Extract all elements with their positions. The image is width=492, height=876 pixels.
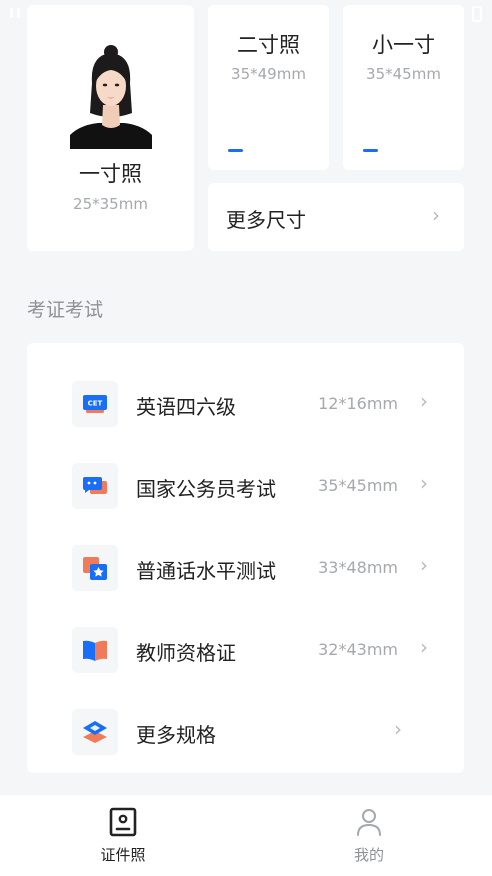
exam-item-civil-service[interactable]: 国家公务员考试 35*45mm ›	[27, 457, 464, 517]
id-card-icon	[109, 807, 137, 837]
two-inch-photo-card[interactable]: 二寸照 35*49mm	[208, 5, 329, 170]
one-inch-photo-card[interactable]: 一寸照 25*35mm	[27, 5, 194, 251]
exam-item-label: 国家公务员考试	[136, 477, 276, 501]
tab-mine[interactable]: 我的	[309, 795, 429, 876]
exam-section-title: 考证考试	[27, 299, 104, 321]
exam-item-dims: 33*48mm	[318, 558, 398, 577]
exam-item-dims: 12*16mm	[318, 394, 398, 413]
chat-icon	[72, 463, 118, 509]
chevron-right-icon: ›	[420, 471, 428, 495]
exam-item-teacher-cert[interactable]: 教师资格证 32*43mm ›	[27, 621, 464, 681]
exam-item-label: 更多规格	[136, 723, 216, 747]
two-inch-title: 二寸照	[237, 33, 300, 57]
one-inch-title: 一寸照	[79, 162, 142, 186]
battery-icon	[472, 6, 482, 22]
exam-list: CET 英语四六级 12*16mm › 国家公务员考试 35*45mm › 普通…	[27, 343, 464, 773]
layers-icon	[72, 709, 118, 755]
exam-item-mandarin-test[interactable]: 普通话水平测试 33*48mm ›	[27, 539, 464, 599]
chevron-right-icon: ›	[420, 635, 428, 659]
exam-item-dims: 32*43mm	[318, 640, 398, 659]
chevron-right-icon: ›	[394, 717, 402, 741]
user-icon	[355, 807, 383, 837]
signal-icon	[10, 8, 24, 20]
chevron-right-icon: ›	[420, 389, 428, 413]
exam-item-label: 英语四六级	[136, 395, 236, 419]
svg-text:CET: CET	[88, 400, 103, 408]
sample-portrait-image	[70, 43, 152, 149]
small-one-inch-title: 小一寸	[372, 33, 435, 57]
star-badge-icon	[72, 545, 118, 591]
book-icon	[72, 627, 118, 673]
two-inch-dims: 35*49mm	[231, 65, 306, 83]
more-sizes-label: 更多尺寸	[226, 208, 306, 232]
exam-item-dims: 35*45mm	[318, 476, 398, 495]
exam-item-label: 普通话水平测试	[136, 559, 276, 583]
accent-bar	[228, 149, 243, 152]
chevron-right-icon: ›	[432, 203, 440, 227]
exam-item-more-specs[interactable]: 更多规格 ›	[27, 703, 464, 763]
bottom-tab-bar: 证件照 我的	[0, 795, 492, 876]
one-inch-dims: 25*35mm	[73, 195, 148, 213]
chevron-right-icon: ›	[420, 553, 428, 577]
tab-label: 证件照	[100, 846, 146, 864]
cet-icon: CET	[72, 381, 118, 427]
exam-item-cet[interactable]: CET 英语四六级 12*16mm ›	[27, 375, 464, 435]
more-sizes-button[interactable]: 更多尺寸 ›	[208, 183, 464, 251]
small-one-inch-photo-card[interactable]: 小一寸 35*45mm	[343, 5, 464, 170]
exam-item-label: 教师资格证	[136, 641, 236, 665]
tab-id-photo[interactable]: 证件照	[63, 795, 183, 876]
accent-bar	[363, 149, 378, 152]
small-one-inch-dims: 35*45mm	[366, 65, 441, 83]
tab-label: 我的	[353, 846, 384, 864]
